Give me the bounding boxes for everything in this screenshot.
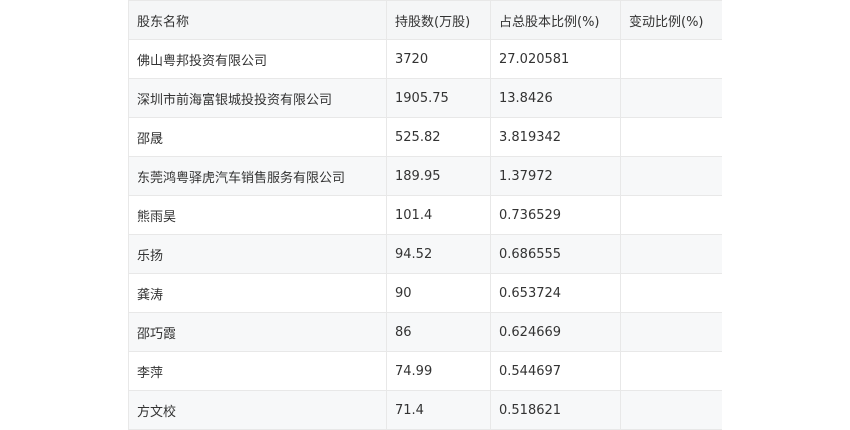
cell-share-ratio: 3.819342 [490,117,621,157]
cell-change-ratio [620,117,722,157]
cell-share-ratio: 1.37972 [490,156,621,196]
table-row: 龚涛 90 0.653724 [128,273,722,313]
table-row: 邵晟 525.82 3.819342 [128,117,722,157]
cell-share-ratio: 0.544697 [490,351,621,391]
cell-share-ratio: 13.8426 [490,78,621,118]
cell-share-ratio: 27.020581 [490,39,621,79]
header-shares-held: 持股数(万股) [386,0,491,40]
cell-shareholder-name: 李萍 [128,351,387,391]
cell-shares-held: 90 [386,273,491,313]
cell-change-ratio [620,234,722,274]
cell-change-ratio [620,312,722,352]
table-row: 乐扬 94.52 0.686555 [128,234,722,274]
cell-shares-held: 94.52 [386,234,491,274]
cell-shareholder-name: 深圳市前海富银城投投资有限公司 [128,78,387,118]
cell-share-ratio: 0.653724 [490,273,621,313]
table-row: 深圳市前海富银城投投资有限公司 1905.75 13.8426 [128,78,722,118]
cell-share-ratio: 0.686555 [490,234,621,274]
cell-change-ratio [620,273,722,313]
cell-change-ratio [620,351,722,391]
cell-share-ratio: 0.518621 [490,390,621,430]
cell-change-ratio [620,156,722,196]
cell-shares-held: 3720 [386,39,491,79]
cell-share-ratio: 0.736529 [490,195,621,235]
shareholder-table: 股东名称 持股数(万股) 占总股本比例(%) 变动比例(%) 佛山粤邦投资有限公… [128,0,722,430]
shareholder-table-container: 股东名称 持股数(万股) 占总股本比例(%) 变动比例(%) 佛山粤邦投资有限公… [128,0,722,430]
table-row: 方文校 71.4 0.518621 [128,390,722,430]
cell-change-ratio [620,78,722,118]
header-change-ratio: 变动比例(%) [620,0,722,40]
cell-shareholder-name: 方文校 [128,390,387,430]
cell-shares-held: 86 [386,312,491,352]
cell-change-ratio [620,39,722,79]
cell-shares-held: 189.95 [386,156,491,196]
table-header-row: 股东名称 持股数(万股) 占总股本比例(%) 变动比例(%) [128,0,722,40]
table-row: 佛山粤邦投资有限公司 3720 27.020581 [128,39,722,79]
cell-shares-held: 74.99 [386,351,491,391]
cell-shares-held: 101.4 [386,195,491,235]
cell-change-ratio [620,390,722,430]
cell-shares-held: 71.4 [386,390,491,430]
cell-shareholder-name: 东莞鸿粤驿虎汽车销售服务有限公司 [128,156,387,196]
cell-shares-held: 525.82 [386,117,491,157]
cell-shareholder-name: 邵巧霞 [128,312,387,352]
table-row: 李萍 74.99 0.544697 [128,351,722,391]
header-shareholder-name: 股东名称 [128,0,387,40]
header-share-ratio: 占总股本比例(%) [490,0,621,40]
cell-share-ratio: 0.624669 [490,312,621,352]
cell-change-ratio [620,195,722,235]
cell-shareholder-name: 熊雨昊 [128,195,387,235]
table-row: 邵巧霞 86 0.624669 [128,312,722,352]
cell-shareholder-name: 邵晟 [128,117,387,157]
table-row: 东莞鸿粤驿虎汽车销售服务有限公司 189.95 1.37972 [128,156,722,196]
table-row: 熊雨昊 101.4 0.736529 [128,195,722,235]
cell-shareholder-name: 佛山粤邦投资有限公司 [128,39,387,79]
cell-shareholder-name: 龚涛 [128,273,387,313]
cell-shareholder-name: 乐扬 [128,234,387,274]
cell-shares-held: 1905.75 [386,78,491,118]
